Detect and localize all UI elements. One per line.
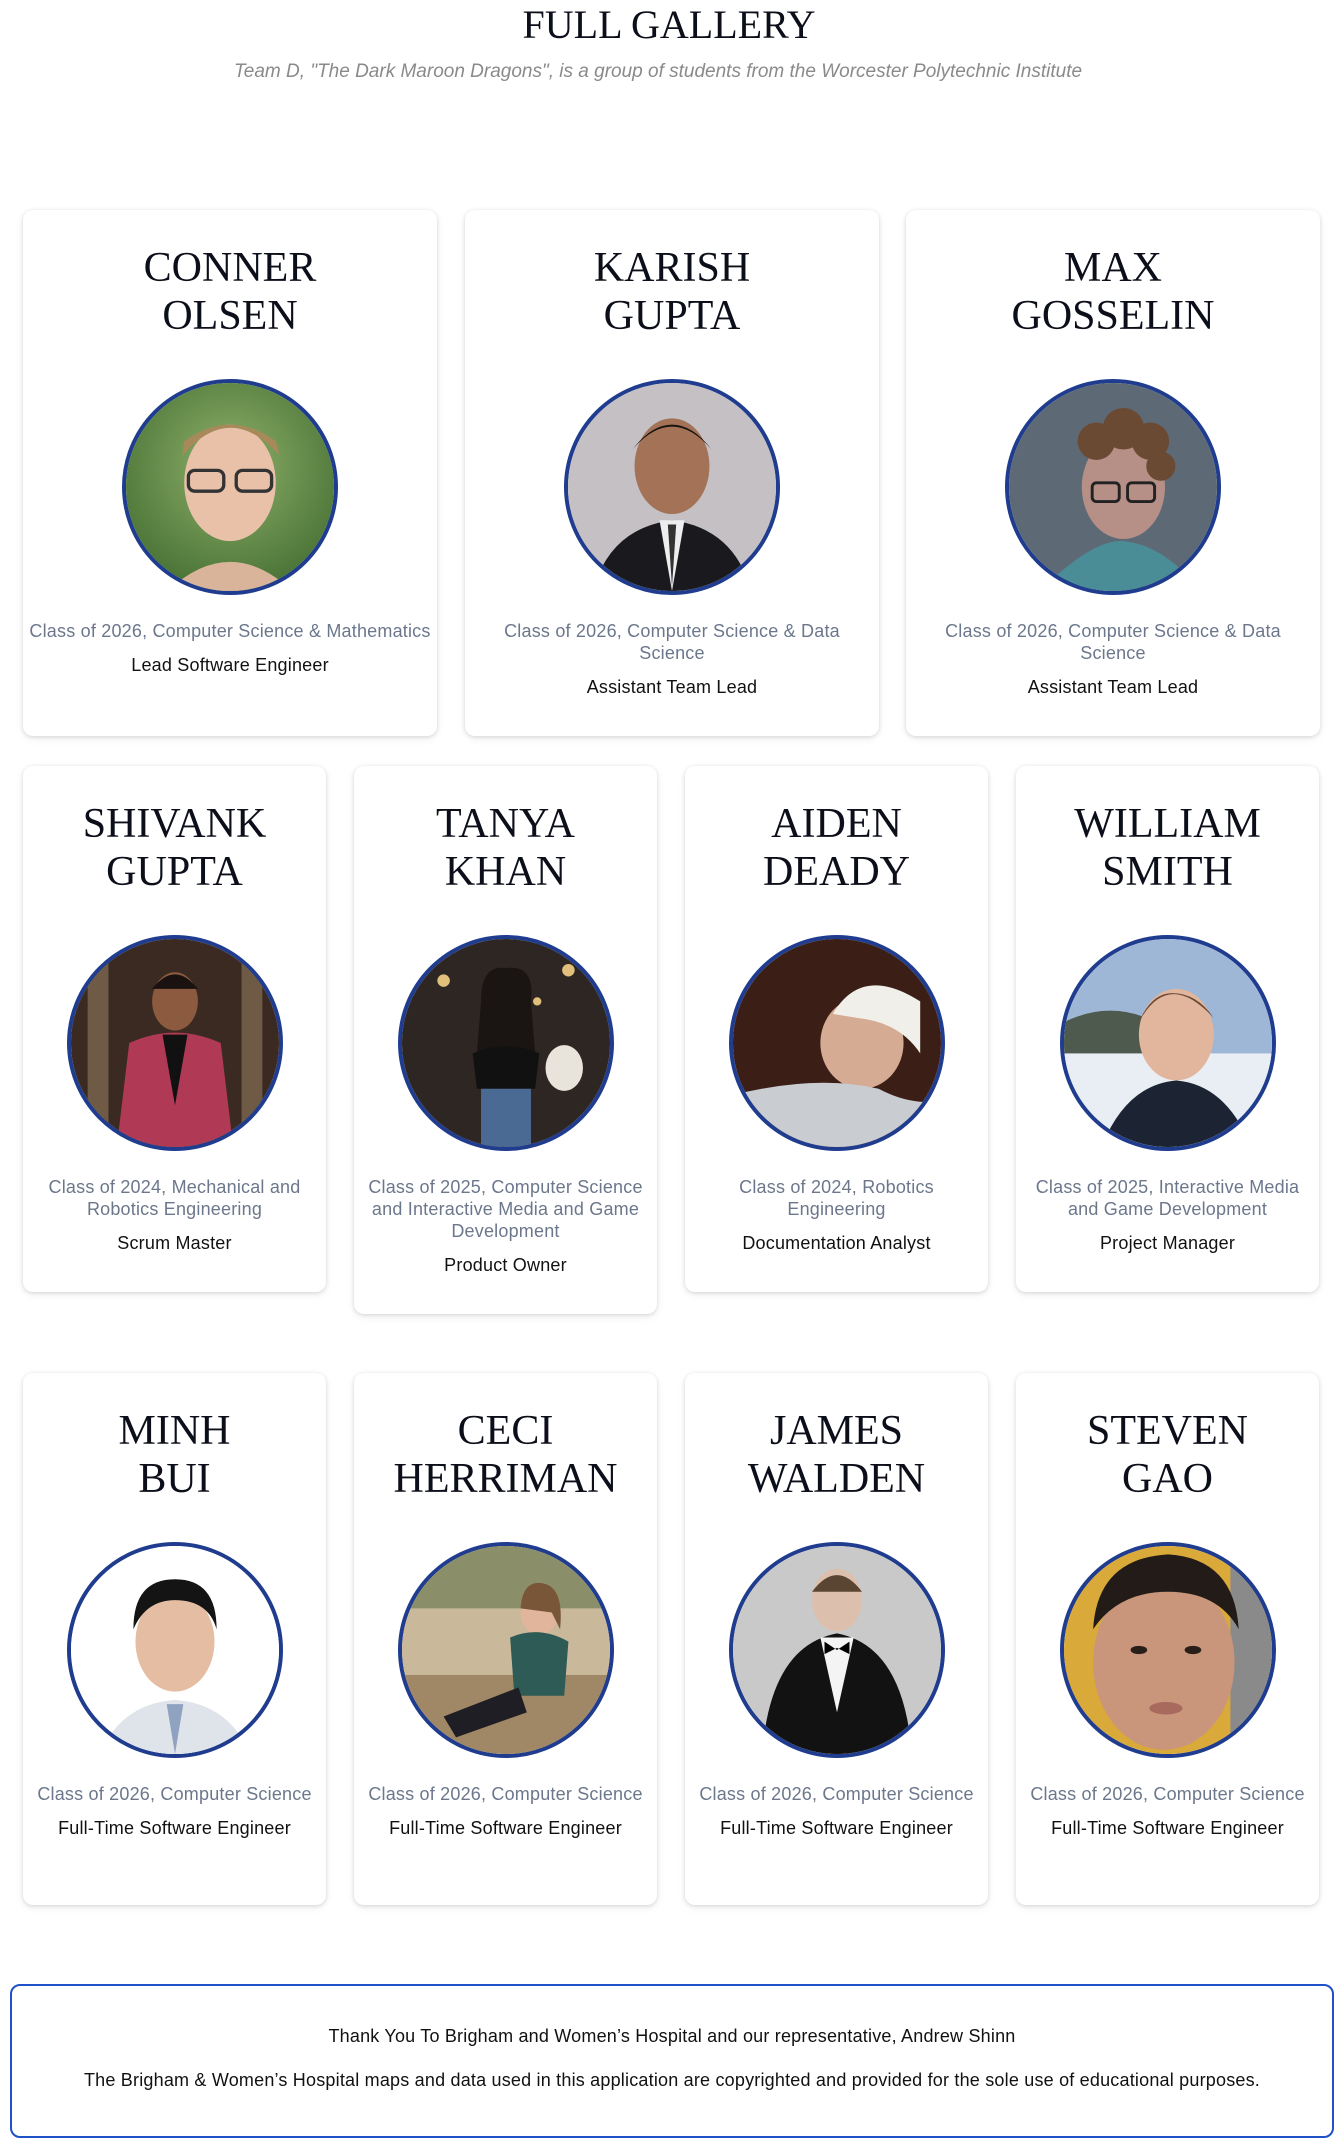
member-role: Full-Time Software Engineer (1051, 1818, 1284, 1838)
member-role: Documentation Analyst (742, 1233, 931, 1253)
member-photo (1059, 1542, 1276, 1758)
member-name: JAMES WALDEN (747, 1408, 926, 1502)
member-class: Class of 2024, Mechanical and Robotics E… (48, 1177, 301, 1219)
member-card-james-walden: JAMES WALDEN Class of 2026, Computer Sci… (685, 1373, 988, 1905)
member-name: AIDEN DEADY (763, 801, 910, 895)
acknowledgement-box: Thank You To Brigham and Women’s Hospita… (10, 1984, 1334, 2138)
member-card-max-gosselin: MAX GOSSELIN Class of 2026, Computer Sci… (906, 210, 1320, 736)
acknowledgement-thanks: Thank You To Brigham and Women’s Hospita… (328, 2026, 1016, 2046)
member-card-shivank-gupta: SHIVANK GUPTA Class of 2024, Mechanical … (23, 766, 326, 1292)
member-name: TANYA KHAN (436, 801, 575, 895)
member-class: Class of 2025, Computer Science and Inte… (368, 1177, 643, 1241)
member-role: Full-Time Software Engineer (389, 1818, 622, 1838)
member-photo (397, 935, 614, 1151)
member-class: Class of 2026, Computer Science & Data S… (945, 621, 1281, 663)
member-photo (122, 379, 338, 595)
member-role: Project Manager (1099, 1233, 1236, 1253)
member-name: KARISH GUPTA (593, 245, 751, 339)
copyright-notice: The Brigham & Women’s Hospital maps and … (83, 2070, 1261, 2090)
member-name: WILLIAM SMITH (1074, 801, 1261, 895)
member-role: Scrum Master (117, 1233, 232, 1253)
member-class: Class of 2026, Computer Science & Mathem… (29, 621, 431, 641)
member-photo (397, 1542, 614, 1758)
member-card-ceci-herriman: CECI HERRIMAN Class of 2026, Computer Sc… (354, 1373, 657, 1905)
member-photo (66, 1542, 283, 1758)
member-role: Product Owner (444, 1255, 567, 1275)
member-class: Class of 2026, Computer Science (368, 1784, 643, 1804)
member-name: MAX GOSSELIN (1011, 245, 1215, 339)
member-class: Class of 2025, Interactive Media and Gam… (1035, 1177, 1300, 1219)
member-photo (1005, 379, 1221, 595)
member-card-tanya-khan: TANYA KHAN Class of 2025, Computer Scien… (354, 766, 657, 1314)
member-photo (1059, 935, 1276, 1151)
member-class: Class of 2024, Robotics Engineering (739, 1177, 934, 1219)
member-class: Class of 2026, Computer Science & Data S… (504, 621, 840, 663)
member-card-minh-bui: MINH BUI Class of 2026, Computer Science… (23, 1373, 326, 1905)
member-photo (564, 379, 780, 595)
page-subtitle: Team D, "The Dark Maroon Dragons", is a … (233, 61, 1083, 82)
page-title: FULL GALLERY (522, 2, 816, 47)
member-photo (66, 935, 283, 1151)
member-role: Assistant Team Lead (586, 677, 758, 697)
member-name: CONNER OLSEN (143, 245, 317, 339)
member-photo (728, 1542, 945, 1758)
member-photo (728, 935, 945, 1151)
member-class: Class of 2026, Computer Science (1030, 1784, 1305, 1804)
member-role: Assistant Team Lead (1027, 677, 1199, 697)
member-card-aiden-deady: AIDEN DEADY Class of 2024, Robotics Engi… (685, 766, 988, 1292)
member-card-karish-gupta: KARISH GUPTA Class of 2026, Computer Sci… (465, 210, 879, 736)
member-class: Class of 2026, Computer Science (699, 1784, 974, 1804)
member-role: Full-Time Software Engineer (720, 1818, 953, 1838)
member-name: CECI HERRIMAN (393, 1408, 618, 1502)
member-card-steven-gao: STEVEN GAO Class of 2026, Computer Scien… (1016, 1373, 1319, 1905)
member-name: MINH BUI (118, 1408, 231, 1502)
member-role: Full-Time Software Engineer (58, 1818, 291, 1838)
member-class: Class of 2026, Computer Science (37, 1784, 312, 1804)
member-card-william-smith: WILLIAM SMITH Class of 2025, Interactive… (1016, 766, 1319, 1292)
member-role: Lead Software Engineer (131, 655, 329, 675)
member-name: STEVEN GAO (1087, 1408, 1248, 1502)
member-card-conner-olsen: CONNER OLSEN Class of 2026, Computer Sci… (23, 210, 437, 736)
member-name: SHIVANK GUPTA (82, 801, 267, 895)
